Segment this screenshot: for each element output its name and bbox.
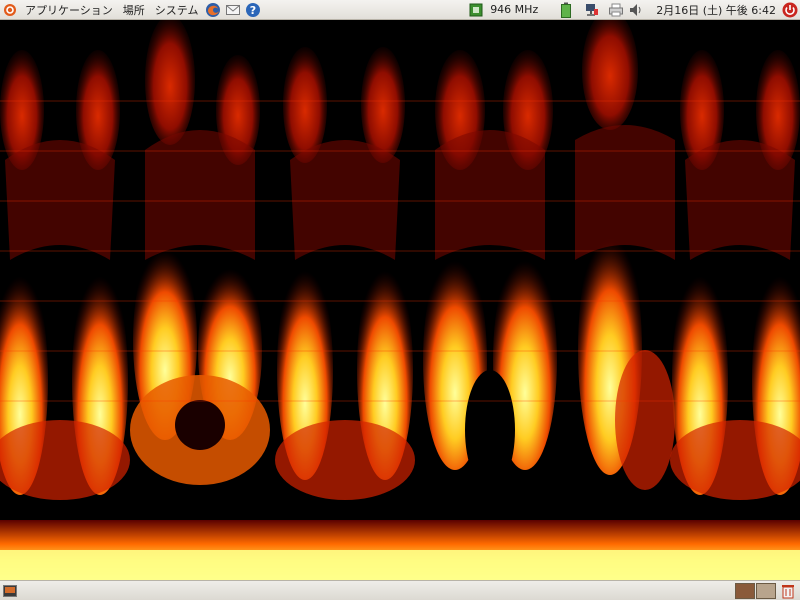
menu-applications[interactable]: アプリケーション <box>20 0 118 19</box>
workspace-2[interactable] <box>756 582 776 599</box>
top-panel: アプリケーション 場所 システム ? 946 MHz 2月16日 (土) 午後 … <box>0 0 800 20</box>
help-icon[interactable]: ? <box>245 2 261 18</box>
cpu-frequency-label: 946 MHz <box>490 3 539 16</box>
flame-base-band <box>0 520 800 580</box>
volume-icon[interactable] <box>628 2 644 18</box>
desktop-screensaver <box>0 20 800 580</box>
main-menu: アプリケーション 場所 システム <box>20 0 203 19</box>
cpu-frequency-icon[interactable] <box>468 2 484 18</box>
menu-places[interactable]: 場所 <box>118 0 150 19</box>
bottom-panel <box>0 580 800 600</box>
firefox-icon[interactable] <box>205 2 221 18</box>
system-tray: 946 MHz 2月16日 (土) 午後 6:42 <box>466 0 800 19</box>
clock[interactable]: 2月16日 (土) 午後 6:42 <box>652 2 780 18</box>
power-icon[interactable] <box>782 2 798 18</box>
flame-columns <box>0 20 800 500</box>
printer-icon[interactable] <box>608 2 624 18</box>
menu-system[interactable]: システム <box>150 0 204 19</box>
flame-visualization <box>0 20 800 580</box>
network-icon[interactable] <box>584 2 600 18</box>
battery-icon[interactable] <box>558 2 574 18</box>
workspace-1[interactable] <box>735 582 755 599</box>
show-desktop-icon[interactable] <box>2 583 18 599</box>
svg-text:?: ? <box>250 4 256 17</box>
mail-icon[interactable] <box>225 2 241 18</box>
trash-icon[interactable] <box>780 583 796 599</box>
ubuntu-logo-icon[interactable] <box>2 2 18 18</box>
